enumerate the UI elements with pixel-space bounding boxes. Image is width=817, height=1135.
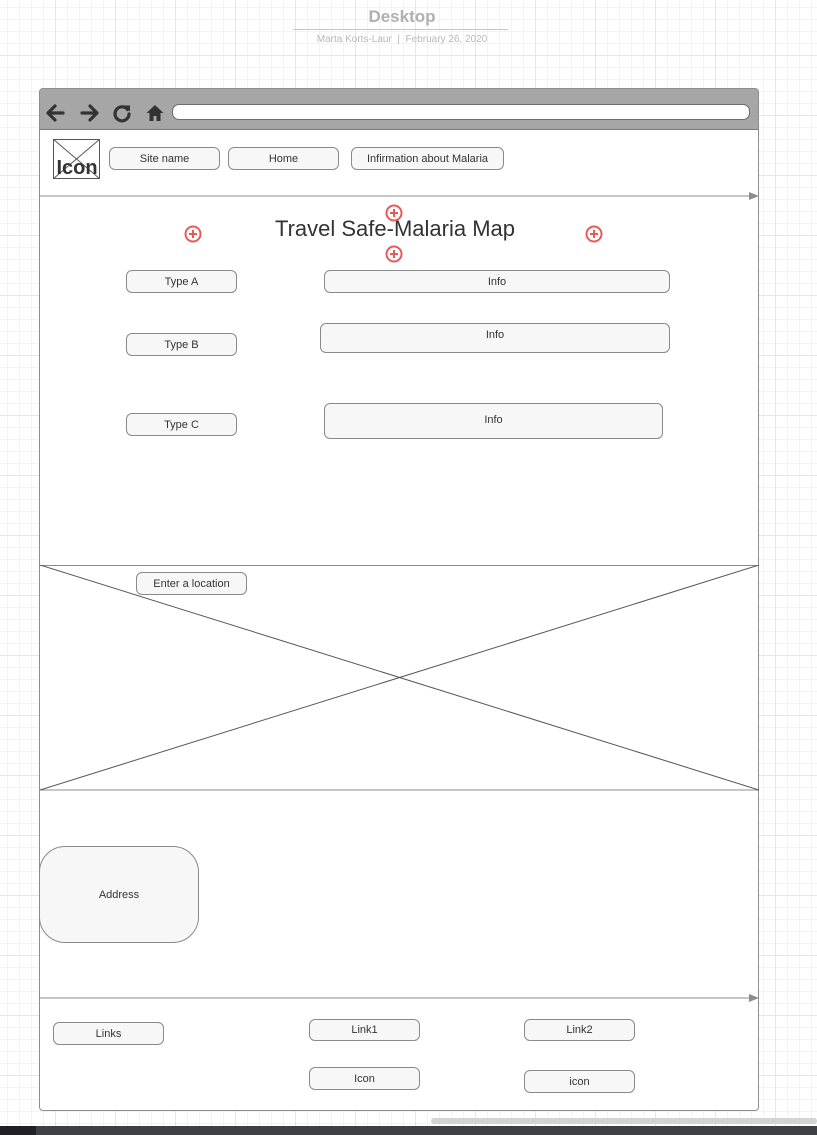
- home-button[interactable]: Home: [228, 147, 339, 170]
- reload-icon[interactable]: [111, 102, 133, 124]
- back-arrow-icon[interactable]: [44, 102, 66, 124]
- link2-button[interactable]: Link2: [524, 1019, 635, 1041]
- type-b-button[interactable]: Type B: [126, 333, 237, 356]
- document-subtitle: Marta Korts-Laur | February 26, 2020: [290, 34, 514, 45]
- type-a-info-box: Info: [324, 270, 670, 293]
- editor-bottom-bar: [0, 1126, 817, 1135]
- type-c-button[interactable]: Type C: [126, 413, 237, 436]
- map-placeholder-image: [40, 565, 759, 791]
- type-a-button[interactable]: Type A: [126, 270, 237, 293]
- add-marker-icon[interactable]: [585, 225, 603, 243]
- location-search-input[interactable]: Enter a location: [136, 572, 247, 595]
- document-date: February 26, 2020: [405, 34, 488, 45]
- address-bar[interactable]: [172, 104, 750, 120]
- footer-icon-button-2[interactable]: icon: [524, 1070, 635, 1093]
- add-marker-icon[interactable]: [385, 245, 403, 263]
- add-marker-icon[interactable]: [184, 225, 202, 243]
- document-title: Desktop: [368, 7, 436, 26]
- add-marker-icon[interactable]: [385, 204, 403, 222]
- title-divider: [293, 29, 508, 30]
- footer-divider: [40, 994, 759, 1002]
- malaria-info-button[interactable]: Infirmation about Malaria: [351, 147, 504, 170]
- horizontal-scrollbar[interactable]: [431, 1118, 817, 1124]
- document-author: Marta Korts-Laur: [316, 34, 392, 45]
- link1-button[interactable]: Link1: [309, 1019, 420, 1041]
- editor-bottom-corner: [0, 1126, 36, 1135]
- subtitle-separator: |: [397, 34, 400, 45]
- address-box: Address: [39, 846, 199, 943]
- links-label: Links: [53, 1022, 164, 1045]
- type-b-info-box: Info: [320, 323, 670, 353]
- site-name-button[interactable]: Site name: [109, 147, 220, 170]
- forward-arrow-icon[interactable]: [79, 102, 101, 124]
- home-icon[interactable]: [144, 102, 166, 124]
- logo-label: Icon: [56, 157, 98, 179]
- type-c-info-box: Info: [324, 403, 663, 439]
- header-divider: [40, 192, 759, 200]
- footer-icon-button-1[interactable]: Icon: [309, 1067, 420, 1090]
